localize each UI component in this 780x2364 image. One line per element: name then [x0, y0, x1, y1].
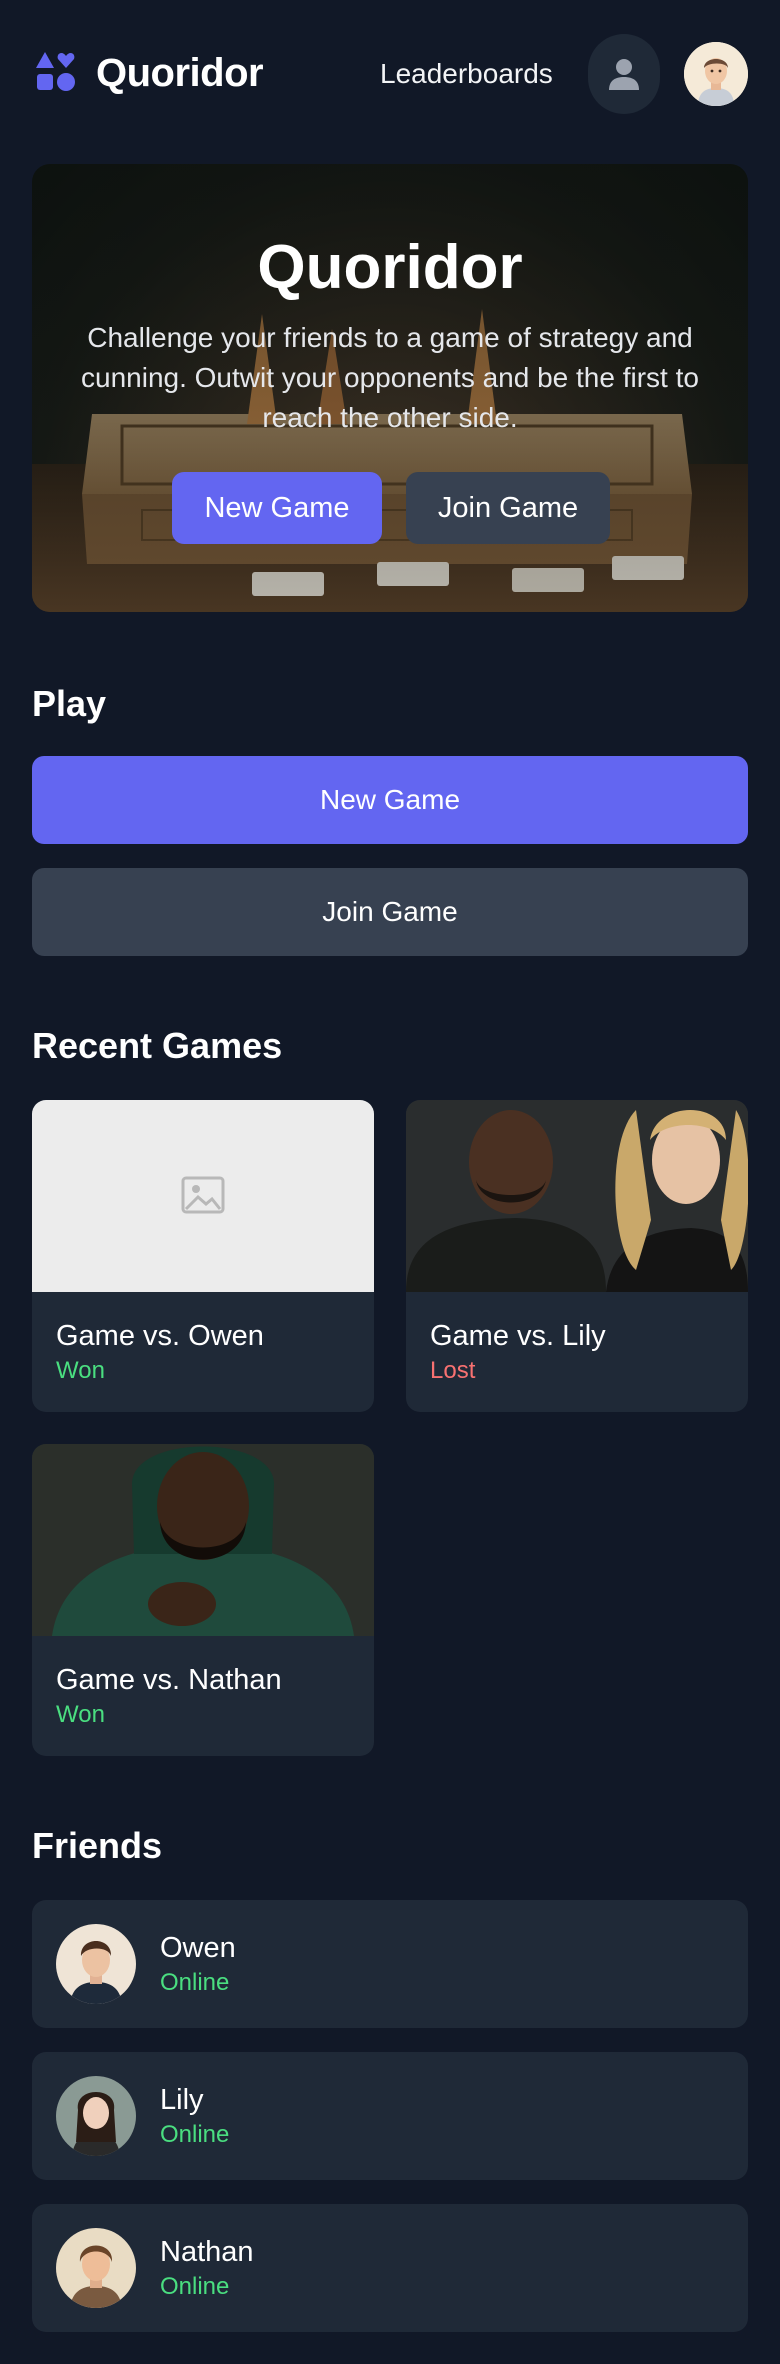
leaderboards-link[interactable]: Leaderboards: [380, 56, 553, 92]
profile-button[interactable]: [588, 34, 660, 114]
game-result: Won: [56, 1701, 105, 1728]
opponent-photo: [406, 1100, 748, 1292]
friend-status: Online: [160, 2121, 230, 2148]
hero-subtitle: Challenge your friends to a game of stra…: [81, 322, 699, 433]
game-result: Lost: [430, 1357, 476, 1384]
avatar: [56, 1924, 136, 2004]
friend-name: Owen: [160, 1932, 236, 1964]
game-result: Won: [56, 1357, 105, 1384]
shapes-logo-icon[interactable]: [34, 50, 78, 94]
friend-item[interactable]: Nathan Online: [32, 2204, 748, 2332]
friend-name: Lily: [160, 2084, 204, 2116]
user-avatar[interactable]: [684, 42, 748, 106]
game-title: Game vs. Owen: [56, 1320, 264, 1352]
friend-name: Nathan: [160, 2236, 254, 2268]
friend-status: Online: [160, 1969, 230, 1996]
avatar: [56, 2228, 136, 2308]
top-nav: Quoridor Leaderboards: [0, 0, 780, 148]
new-game-button[interactable]: New Game: [32, 756, 748, 844]
opponent-photo: [32, 1444, 374, 1636]
friends-heading: Friends: [32, 1825, 163, 1866]
play-heading: Play: [32, 683, 107, 724]
join-game-button[interactable]: Join Game: [32, 868, 748, 956]
hero-banner: Quoridor Challenge your friends to a gam…: [32, 164, 748, 612]
person-icon: [609, 59, 639, 90]
avatar: [56, 2076, 136, 2156]
game-title: Game vs. Nathan: [56, 1664, 282, 1696]
image-placeholder: [32, 1100, 374, 1292]
hero-new-game-button[interactable]: New Game: [172, 472, 382, 544]
hero-title: Quoridor: [257, 233, 523, 302]
friend-status: Online: [160, 2273, 230, 2300]
hero-join-game-button[interactable]: Join Game: [406, 472, 610, 544]
game-title: Game vs. Lily: [430, 1320, 606, 1352]
recent-game-card[interactable]: Game vs. Lily Lost: [406, 1100, 748, 1412]
brand-name[interactable]: Quoridor: [96, 46, 264, 100]
recent-games-heading: Recent Games: [32, 1025, 283, 1066]
friend-item[interactable]: Lily Online: [32, 2052, 748, 2180]
recent-game-card[interactable]: Game vs. Owen Won: [32, 1100, 374, 1412]
recent-game-card[interactable]: Game vs. Nathan Won: [32, 1444, 374, 1756]
friend-item[interactable]: Owen Online: [32, 1900, 748, 2028]
